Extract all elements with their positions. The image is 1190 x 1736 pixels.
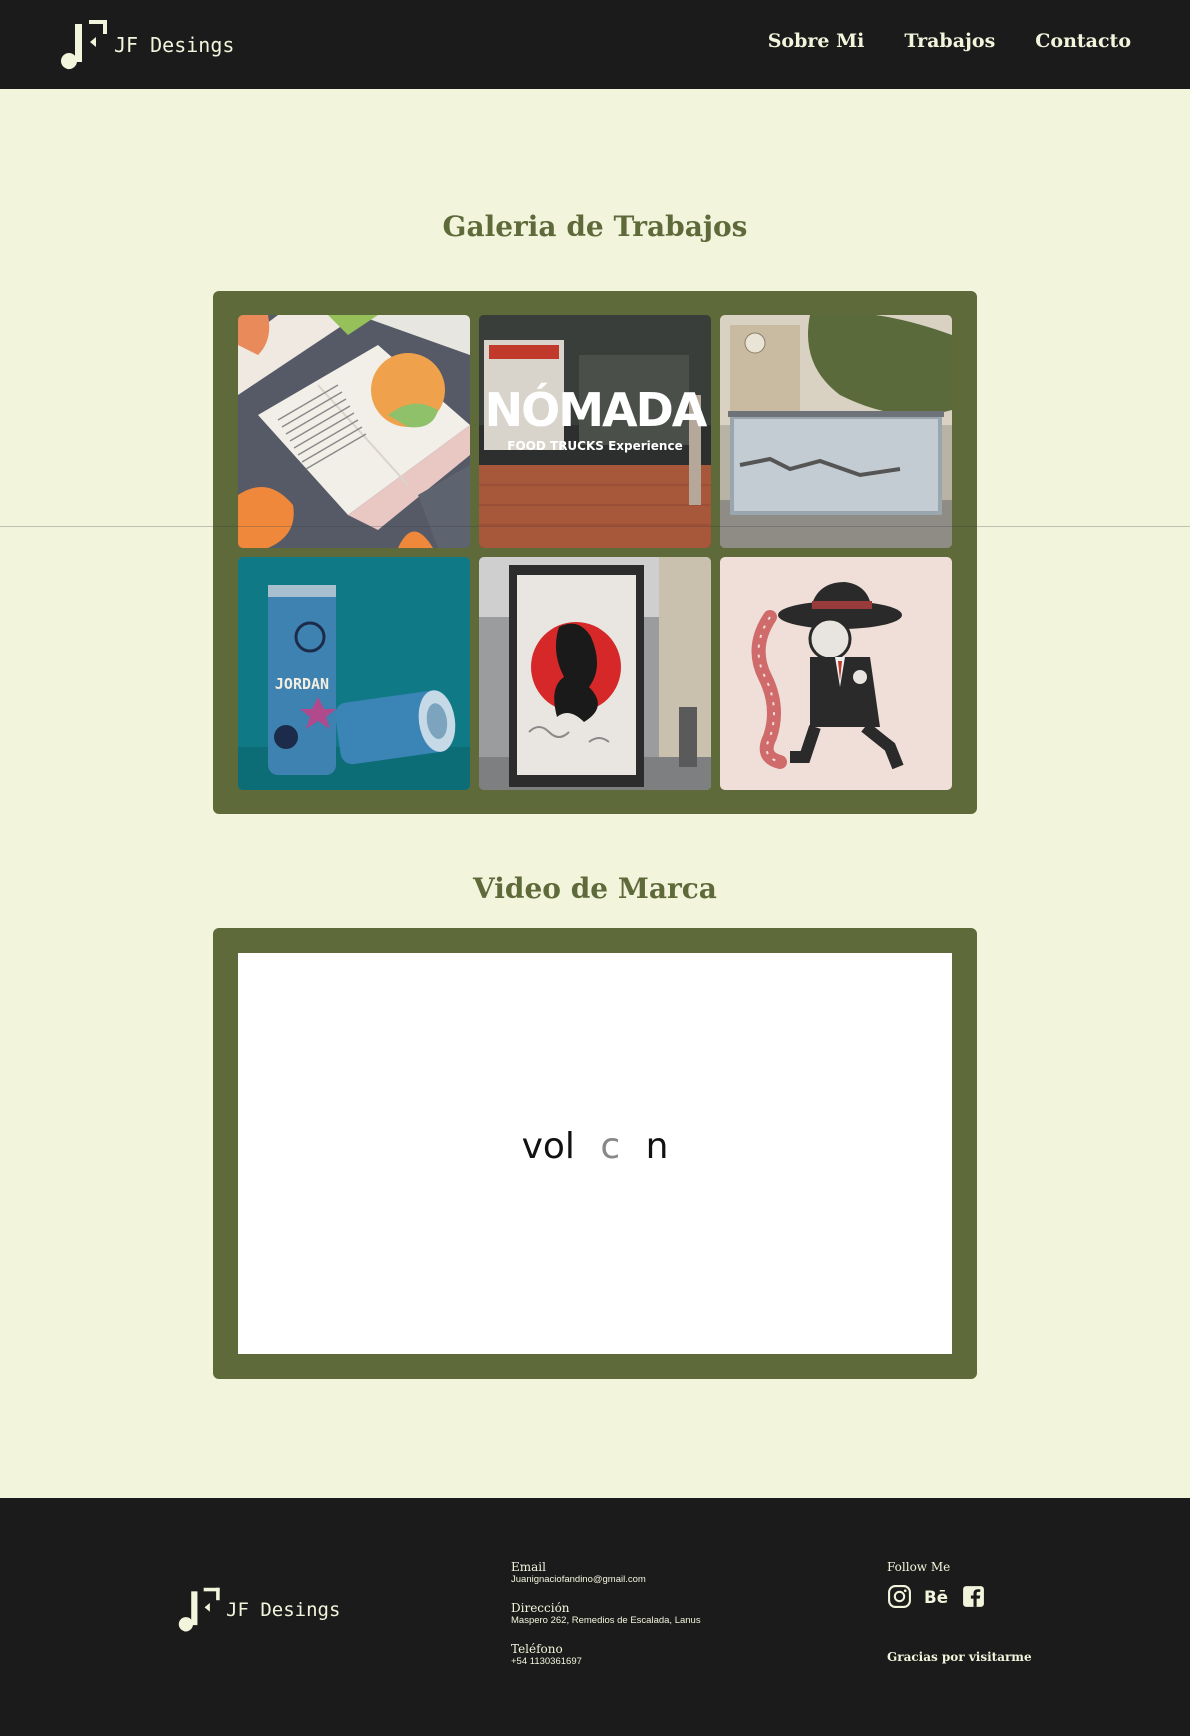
phone-value[interactable]: +54 1130361697 xyxy=(511,1656,701,1668)
footer-logo[interactable]: JF Desings xyxy=(176,1586,340,1634)
main-nav: Sobre Mi Trabajos Contacto xyxy=(768,30,1131,52)
gallery-item-rat-mascot[interactable] xyxy=(720,557,952,790)
video-frame-text: vol c n xyxy=(238,1126,952,1167)
gallery-item-bus-stop[interactable] xyxy=(720,315,952,548)
site-header: JF Desings Sobre Mi Trabajos Contacto xyxy=(0,0,1190,89)
facebook-icon[interactable] xyxy=(961,1584,986,1609)
gallery-grid: NÓMADA FOOD TRUCKS Experience JORDAN xyxy=(238,315,952,790)
gallery-item-samurai-poster[interactable] xyxy=(479,557,711,790)
brand-name: JF Desings xyxy=(114,33,235,57)
nomada-title: NÓMADA xyxy=(484,383,708,437)
address-label: Dirección xyxy=(511,1601,570,1615)
gallery-item-jordan-can[interactable]: JORDAN xyxy=(238,557,470,790)
nomada-subtitle: FOOD TRUCKS Experience xyxy=(507,439,683,453)
video-panel: vol c n xyxy=(213,928,977,1379)
gallery-item-book[interactable] xyxy=(238,315,470,548)
horizontal-divider xyxy=(0,526,1190,527)
follow-section: Follow Me Bē Gracias por visitarme xyxy=(887,1560,1067,1680)
jf-logo-icon xyxy=(178,1587,220,1632)
jordan-label: JORDAN xyxy=(274,675,330,693)
svg-text:Bē: Bē xyxy=(924,1588,948,1607)
gallery-panel: NÓMADA FOOD TRUCKS Experience JORDAN xyxy=(213,291,977,814)
gallery-item-nomada[interactable]: NÓMADA FOOD TRUCKS Experience xyxy=(479,315,711,548)
brand-video-player[interactable]: vol c n xyxy=(238,953,952,1354)
behance-icon[interactable]: Bē xyxy=(924,1584,949,1609)
video-title: Video de Marca xyxy=(473,872,717,905)
follow-label: Follow Me xyxy=(887,1560,951,1574)
video-text-part-3: n xyxy=(645,1126,669,1167)
header-logo[interactable]: JF Desings xyxy=(58,18,234,72)
rat-mascot-image xyxy=(720,557,952,790)
video-text-part-1: vol xyxy=(521,1126,575,1167)
book-illustration-image xyxy=(238,315,470,548)
phone-label: Teléfono xyxy=(511,1642,563,1656)
instagram-icon[interactable] xyxy=(887,1584,912,1609)
footer-brand-name: JF Desings xyxy=(226,1599,341,1621)
nav-contacto[interactable]: Contacto xyxy=(1035,30,1131,52)
thanks-message: Gracias por visitarme xyxy=(887,1650,1032,1664)
jordan-can-image xyxy=(238,557,470,790)
site-footer: JF Desings Email Juanignaciofandino@gmai… xyxy=(0,1498,1190,1736)
nav-sobre-mi[interactable]: Sobre Mi xyxy=(768,30,865,52)
video-text-part-2: c xyxy=(600,1126,621,1167)
jf-logo-icon xyxy=(61,20,107,70)
bus-stop-image xyxy=(720,315,952,548)
samurai-poster-image xyxy=(479,557,711,790)
nav-trabajos[interactable]: Trabajos xyxy=(904,30,995,52)
contact-info: Email Juanignaciofandino@gmail.com Direc… xyxy=(511,1560,701,1683)
gallery-title: Galeria de Trabajos xyxy=(442,210,748,243)
social-links: Bē xyxy=(887,1584,1067,1609)
email-value[interactable]: Juanignaciofandino@gmail.com xyxy=(511,1574,701,1586)
email-label: Email xyxy=(511,1560,546,1574)
address-value: Maspero 262, Remedios de Escalada, Lanus xyxy=(511,1615,701,1626)
